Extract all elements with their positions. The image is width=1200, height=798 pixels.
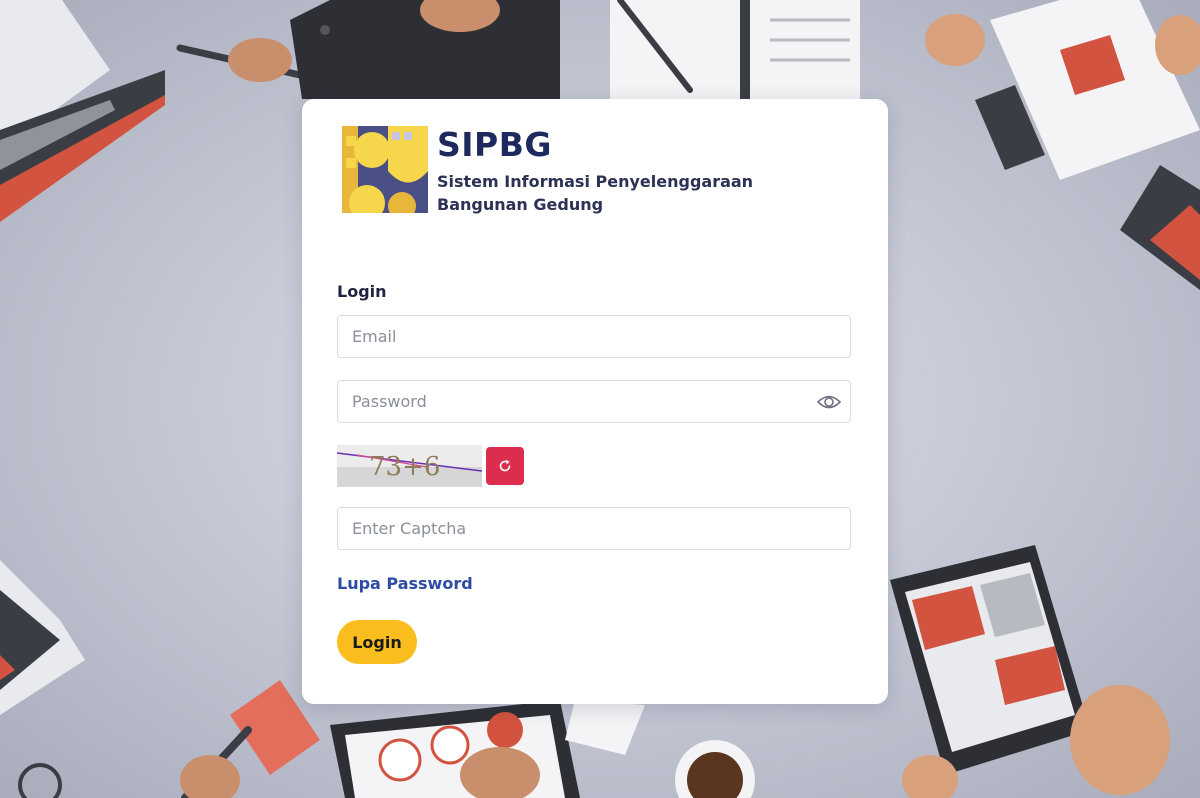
captcha-refresh-button[interactable] <box>486 447 524 485</box>
captcha-image: 73+6 <box>337 445 482 487</box>
password-input[interactable] <box>337 380 851 423</box>
app-subtitle: Sistem Informasi Penyelenggaraan Banguna… <box>437 172 754 214</box>
refresh-icon <box>499 459 511 472</box>
sipbg-logo <box>342 126 428 213</box>
eye-icon[interactable] <box>817 391 841 413</box>
laptop-illustration-top-left <box>0 0 165 222</box>
email-input[interactable] <box>337 315 851 358</box>
login-button[interactable]: Login <box>337 620 417 664</box>
captcha-text: 73+6 <box>369 452 440 482</box>
login-heading: Login <box>337 282 387 301</box>
forgot-password-link[interactable]: Lupa Password <box>337 574 473 593</box>
app-title: SIPBG <box>437 125 552 164</box>
login-card: SIPBG Sistem Informasi Penyelenggaraan B… <box>302 99 888 704</box>
captcha-input[interactable] <box>337 507 851 550</box>
